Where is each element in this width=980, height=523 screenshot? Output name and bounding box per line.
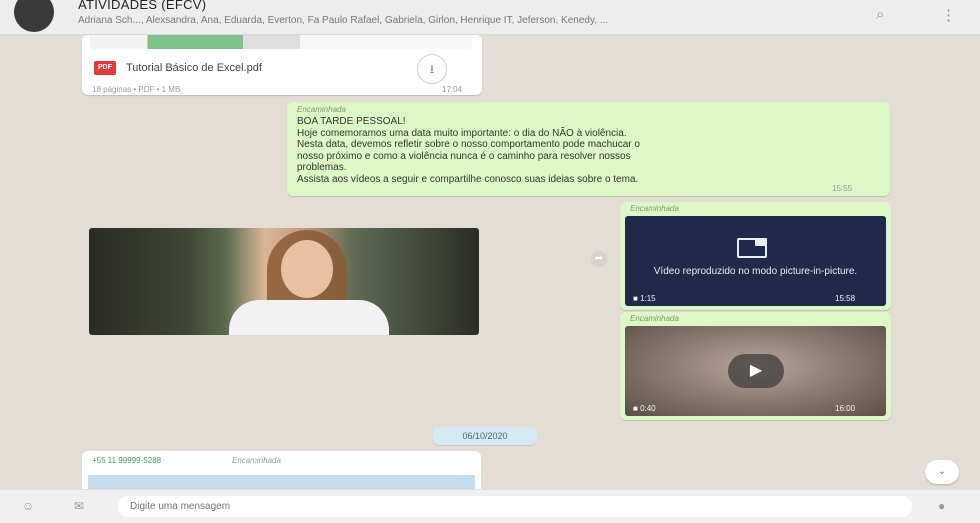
pip-icon (737, 238, 767, 258)
video-player[interactable] (89, 228, 479, 335)
pip-placeholder[interactable]: Vídeo reproduzido no modo picture-in-pic… (625, 216, 886, 306)
message-line: Assista aos vídeos a seguir e compartilh… (297, 173, 639, 185)
video-duration-value: 1:15 (640, 294, 656, 303)
file-time: 17:04 (442, 85, 463, 94)
menu-icon[interactable]: ⋮ (941, 6, 956, 24)
video-thumbnail[interactable]: ▶ ■ 0:40 16:00 (625, 326, 886, 416)
composer-bar: ☺ ✉ ● (0, 489, 980, 523)
forward-label: Encaminhada (297, 105, 346, 114)
video-duration: ■ 1:15 (633, 294, 656, 303)
group-avatar[interactable] (14, 0, 54, 32)
forward-label: Encaminhada (630, 314, 679, 323)
file-name[interactable]: Tutorial Básico de Excel.pdf (126, 62, 262, 74)
video-time: 16:00 (835, 404, 856, 413)
message-time: 15:55 (832, 184, 853, 193)
forward-label: Encaminhada (232, 456, 281, 465)
message-line: nosso próximo e como a violência nunca é… (297, 150, 631, 162)
pdf-icon: PDF (94, 61, 116, 75)
group-title[interactable]: ATIVIDADES (EFCV) (78, 0, 206, 12)
text-message[interactable]: Encaminhada BOA TARDE PESSOAL! Hoje come… (287, 102, 890, 196)
sender-name[interactable]: +55 11 99999-5288 (92, 456, 161, 465)
message-line: BOA TARDE PESSOAL! (297, 116, 406, 127)
forward-label: Encaminhada (630, 204, 679, 213)
date-divider: 06/10/2020 (433, 427, 537, 445)
incoming-message[interactable]: +55 11 99999-5288 Encaminhada (82, 451, 481, 489)
video-time: 15:58 (835, 294, 856, 303)
message-text: BOA TARDE PESSOAL! Hoje comemoramos uma … (297, 116, 882, 185)
chat-header: ATIVIDADES (EFCV) Adriana Sch..., Alexsa… (0, 0, 980, 35)
video-figure-body (229, 300, 389, 335)
video-duration: ■ 0:40 (633, 404, 656, 413)
scroll-down-icon[interactable]: ⌄ (925, 460, 959, 484)
mic-icon[interactable]: ● (938, 499, 945, 513)
attach-icon[interactable]: ✉ (74, 499, 84, 513)
emoji-icon[interactable]: ☺ (22, 499, 34, 513)
forward-icon[interactable]: ➦ (591, 251, 607, 267)
video-figure-head (281, 240, 333, 298)
message-line: Hoje comemoramos uma data muito importan… (297, 127, 627, 139)
search-icon[interactable]: ⌕ (876, 6, 884, 23)
message-line: Nesta data, devemos refletir sobre o nos… (297, 139, 640, 150)
media-preview[interactable] (88, 475, 475, 489)
video-duration-value: 0:40 (640, 404, 656, 413)
message-input[interactable] (118, 496, 912, 517)
chat-body[interactable]: PDF Tutorial Básico de Excel.pdf ⭳ 18 pá… (0, 35, 980, 489)
pip-text: Vídeo reproduzido no modo picture-in-pic… (653, 266, 858, 277)
file-meta: 18 páginas • PDF • 1 MB (92, 85, 181, 94)
file-preview (90, 35, 472, 49)
group-participants: Adriana Sch..., Alexsandra, Ana, Eduarda… (78, 15, 609, 26)
play-icon[interactable]: ▶ (728, 354, 784, 388)
file-message[interactable]: PDF Tutorial Básico de Excel.pdf ⭳ 18 pá… (82, 35, 482, 95)
download-icon[interactable]: ⭳ (417, 54, 447, 84)
message-line: problemas. (297, 162, 347, 173)
